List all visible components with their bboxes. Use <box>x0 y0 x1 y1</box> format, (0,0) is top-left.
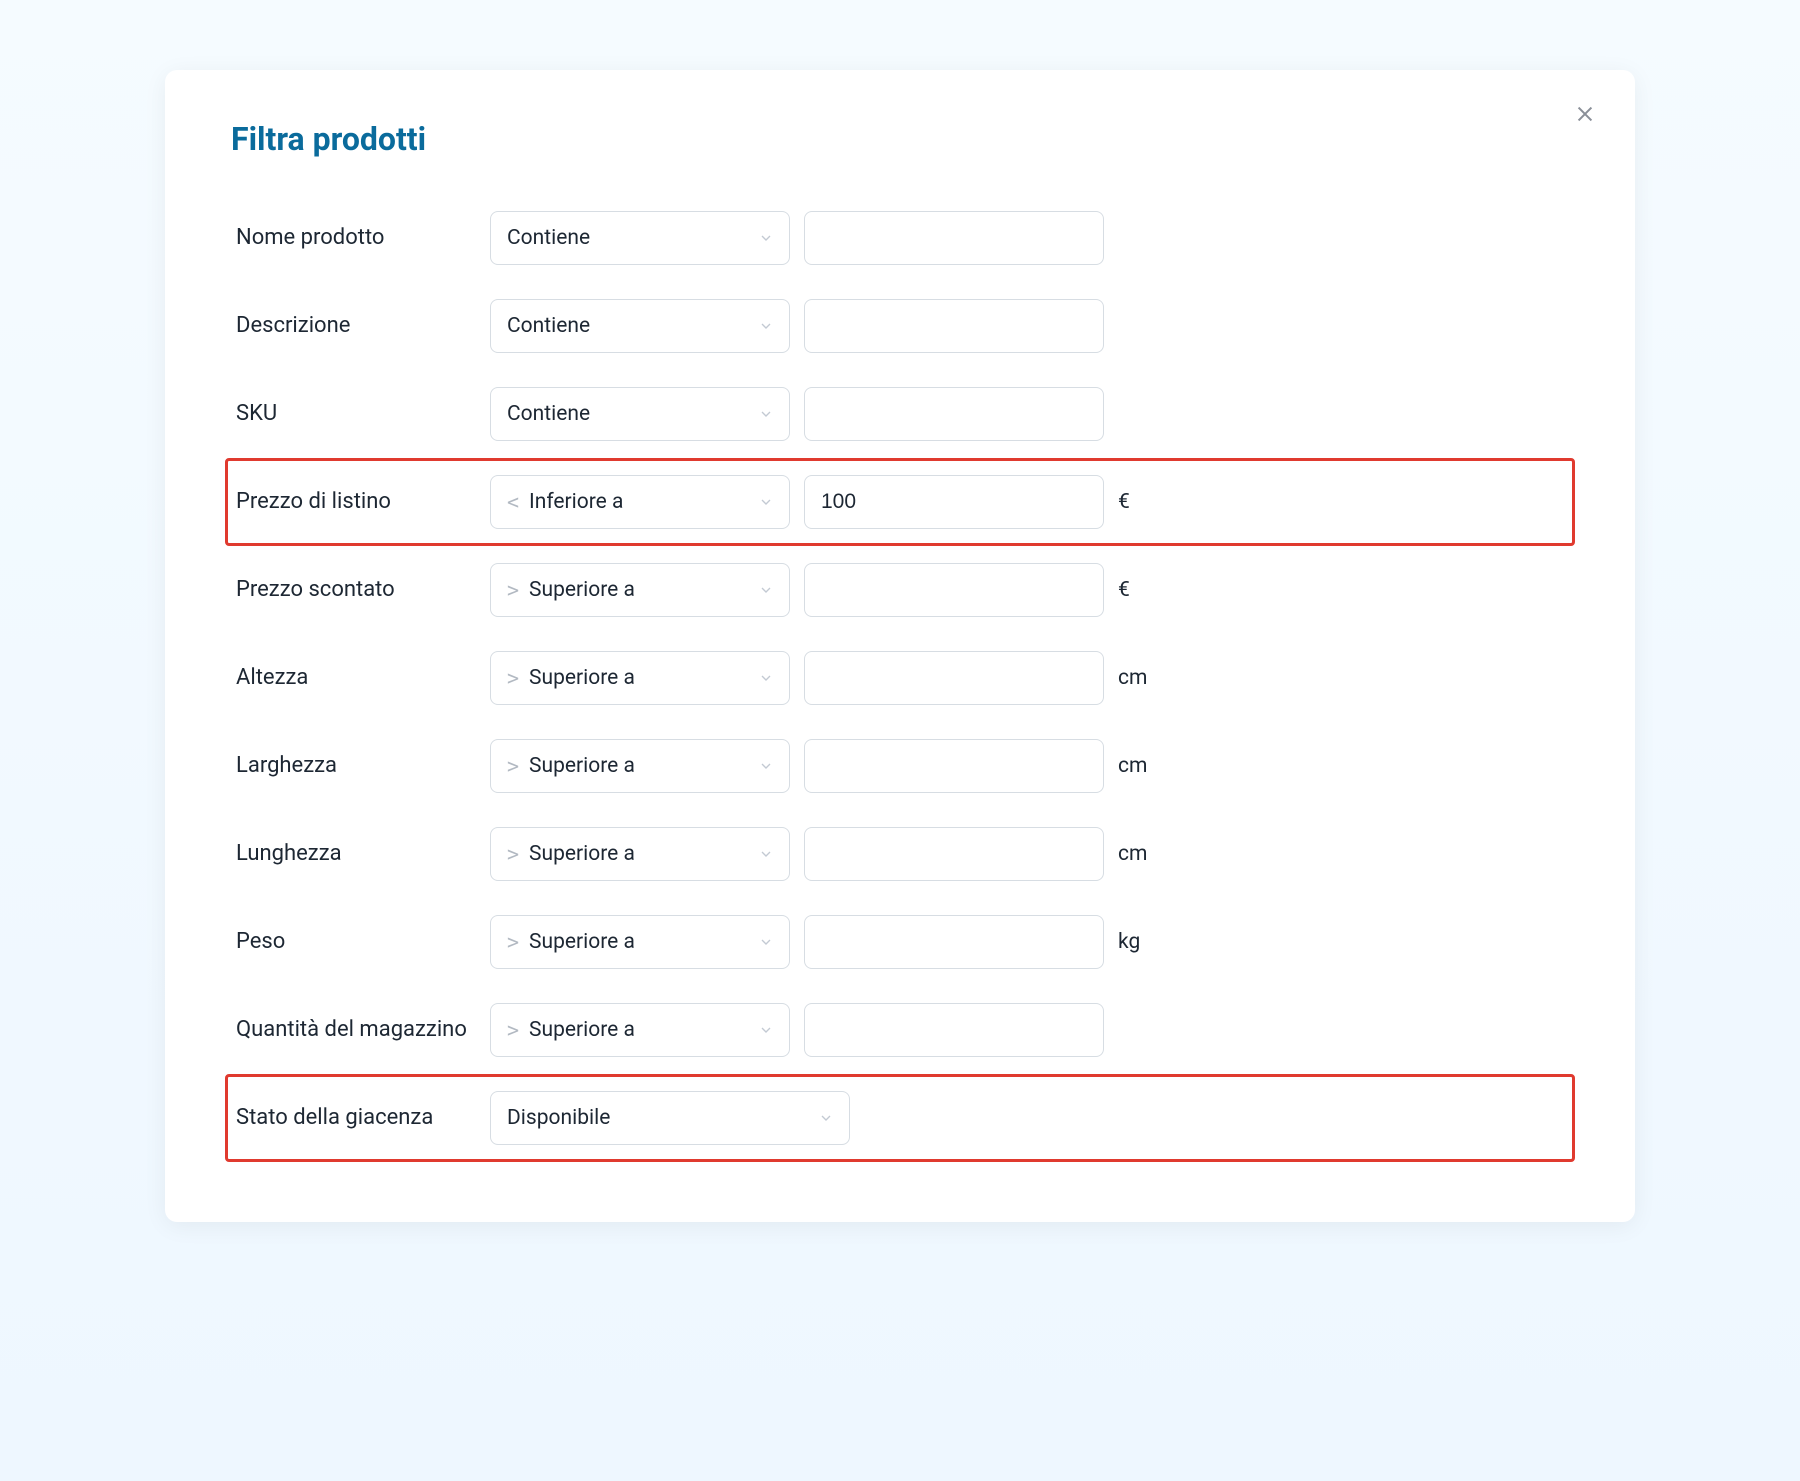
filter-row-descrizione: Descrizione Contiene <box>225 282 1575 370</box>
filter-modal: Filtra prodotti Nome prodottoContieneDes… <box>165 70 1635 1222</box>
unit-label: cm <box>1118 754 1178 778</box>
filter-row-sku: SKU Contiene <box>225 370 1575 458</box>
unit-label: cm <box>1118 666 1178 690</box>
unit-label: cm <box>1118 842 1178 866</box>
filter-label-prezzo-listino: Prezzo di listino <box>236 488 476 517</box>
filter-label-prezzo-scontato: Prezzo scontato <box>236 576 476 605</box>
operator-text: Superiore a <box>529 1018 635 1042</box>
operator-symbol: > <box>507 666 519 690</box>
operator-text: Superiore a <box>529 930 635 954</box>
filter-label-larghezza: Larghezza <box>236 752 476 781</box>
filter-label-stato-giacenza: Stato della giacenza <box>236 1104 476 1133</box>
value-input-prezzo-listino[interactable] <box>804 475 1104 529</box>
operator-select-lunghezza[interactable]: > Superiore a <box>490 827 790 881</box>
operator-select-peso[interactable]: > Superiore a <box>490 915 790 969</box>
value-input-altezza[interactable] <box>804 651 1104 705</box>
operator-text: Contiene <box>507 314 590 338</box>
operator-symbol: > <box>507 930 519 954</box>
operator-text: Superiore a <box>529 842 635 866</box>
filter-row-lunghezza: Lunghezza > Superiore a cm <box>225 810 1575 898</box>
operator-symbol: > <box>507 578 519 602</box>
close-icon <box>1574 103 1596 125</box>
chevron-down-icon <box>757 229 775 247</box>
unit-label: kg <box>1118 930 1178 954</box>
chevron-down-icon <box>757 845 775 863</box>
operator-select-descrizione[interactable]: Contiene <box>490 299 790 353</box>
operator-text: Superiore a <box>529 754 635 778</box>
value-input-lunghezza[interactable] <box>804 827 1104 881</box>
unit-label: € <box>1118 578 1178 602</box>
filter-row-altezza: Altezza > Superiore a cm <box>225 634 1575 722</box>
close-button[interactable] <box>1569 98 1601 130</box>
operator-select-altezza[interactable]: > Superiore a <box>490 651 790 705</box>
value-input-descrizione[interactable] <box>804 299 1104 353</box>
value-input-quantita[interactable] <box>804 1003 1104 1057</box>
filter-rows: Nome prodotto Contiene Descrizione Contiene… <box>225 194 1575 1162</box>
operator-select-nome-prodotto[interactable]: Contiene <box>490 211 790 265</box>
operator-text: Contiene <box>507 226 590 250</box>
filter-label-descrizione: Descrizione <box>236 312 476 341</box>
operator-select-larghezza[interactable]: > Superiore a <box>490 739 790 793</box>
operator-symbol: > <box>507 754 519 778</box>
filter-row-quantita: Quantità del magazzino > Superiore a <box>225 986 1575 1074</box>
filter-label-altezza: Altezza <box>236 664 476 693</box>
filter-row-larghezza: Larghezza > Superiore a cm <box>225 722 1575 810</box>
operator-text: Disponibile <box>507 1106 610 1130</box>
operator-symbol: < <box>507 490 519 514</box>
filter-label-quantita: Quantità del magazzino <box>236 1016 476 1045</box>
value-input-larghezza[interactable] <box>804 739 1104 793</box>
value-input-prezzo-scontato[interactable] <box>804 563 1104 617</box>
filter-label-nome-prodotto: Nome prodotto <box>236 224 476 253</box>
operator-select-prezzo-scontato[interactable]: > Superiore a <box>490 563 790 617</box>
operator-select-sku[interactable]: Contiene <box>490 387 790 441</box>
chevron-down-icon <box>757 405 775 423</box>
operator-symbol: > <box>507 842 519 866</box>
chevron-down-icon <box>757 933 775 951</box>
filter-row-prezzo-listino: Prezzo di listino < Inferiore a € <box>225 458 1575 546</box>
chevron-down-icon <box>757 669 775 687</box>
value-input-sku[interactable] <box>804 387 1104 441</box>
chevron-down-icon <box>757 1021 775 1039</box>
operator-select-prezzo-listino[interactable]: < Inferiore a <box>490 475 790 529</box>
chevron-down-icon <box>757 581 775 599</box>
chevron-down-icon <box>757 757 775 775</box>
operator-text: Superiore a <box>529 666 635 690</box>
chevron-down-icon <box>817 1109 835 1127</box>
operator-select-quantita[interactable]: > Superiore a <box>490 1003 790 1057</box>
operator-text: Superiore a <box>529 578 635 602</box>
filter-label-sku: SKU <box>236 400 476 429</box>
operator-text: Contiene <box>507 402 590 426</box>
chevron-down-icon <box>757 317 775 335</box>
filter-row-prezzo-scontato: Prezzo scontato > Superiore a € <box>225 546 1575 634</box>
filter-row-peso: Peso > Superiore a kg <box>225 898 1575 986</box>
modal-title: Filtra prodotti <box>231 120 1575 158</box>
filter-row-stato-giacenza: Stato della giacenza Disponibile <box>225 1074 1575 1162</box>
filter-label-lunghezza: Lunghezza <box>236 840 476 869</box>
filter-row-nome-prodotto: Nome prodotto Contiene <box>225 194 1575 282</box>
chevron-down-icon <box>757 493 775 511</box>
operator-select-stato-giacenza[interactable]: Disponibile <box>490 1091 850 1145</box>
value-input-peso[interactable] <box>804 915 1104 969</box>
filter-label-peso: Peso <box>236 928 476 957</box>
unit-label: € <box>1118 490 1178 514</box>
operator-symbol: > <box>507 1018 519 1042</box>
value-input-nome-prodotto[interactable] <box>804 211 1104 265</box>
operator-text: Inferiore a <box>529 490 623 514</box>
